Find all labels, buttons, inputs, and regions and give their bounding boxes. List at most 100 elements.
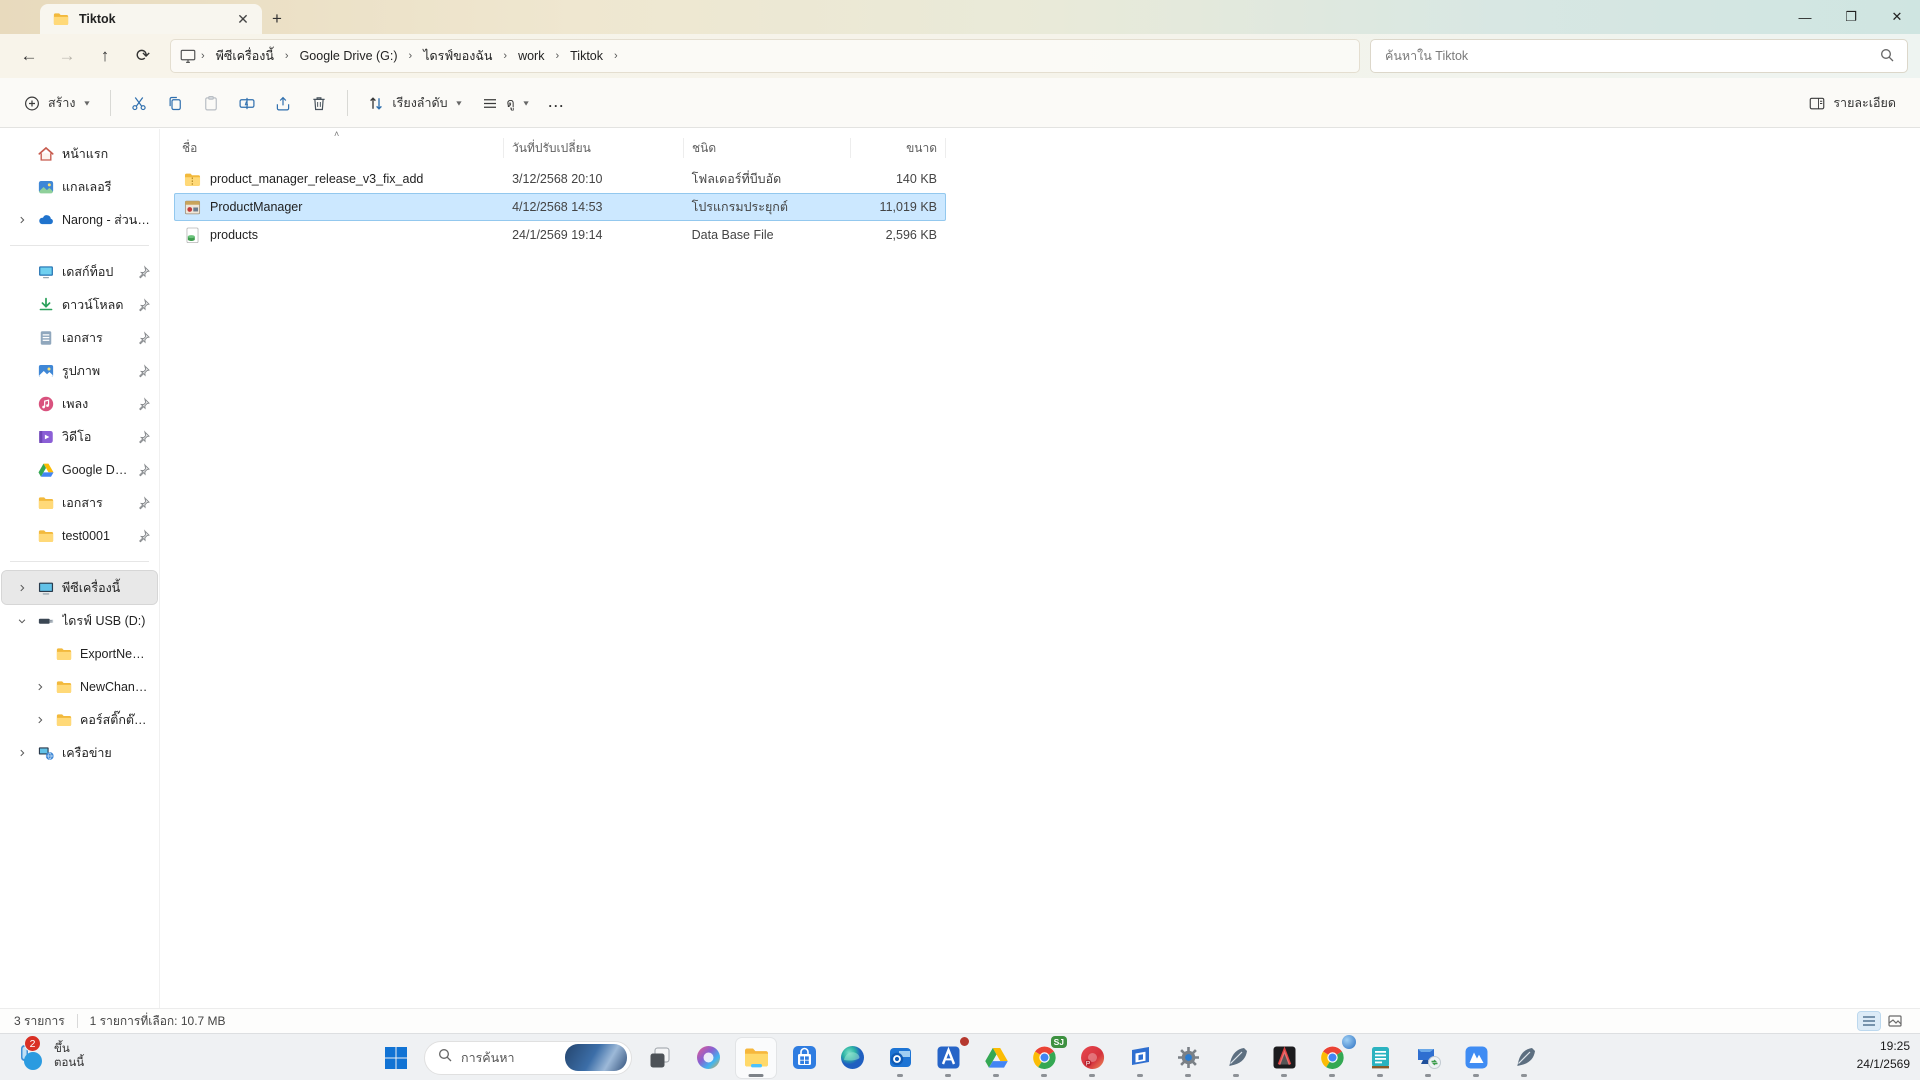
- running-indicator: [1281, 1074, 1287, 1077]
- breadcrumb-chevron-icon[interactable]: ›: [197, 50, 209, 62]
- breadcrumb-item[interactable]: ไดรฟ์ของฉัน: [416, 42, 499, 70]
- taskbar-file-explorer-icon[interactable]: [736, 1038, 776, 1078]
- taskbar-app-a-icon[interactable]: [928, 1038, 968, 1078]
- taskbar-chrome-icon[interactable]: SJ: [1024, 1038, 1064, 1078]
- taskbar-task-view-icon[interactable]: [640, 1038, 680, 1078]
- taskbar-outlook-icon[interactable]: [880, 1038, 920, 1078]
- sidebar-item-เอกสาร[interactable]: เอกสาร: [2, 321, 157, 354]
- breadcrumb-item[interactable]: Google Drive (G:): [293, 45, 405, 67]
- new-tab-button[interactable]: +: [262, 4, 292, 34]
- breadcrumb-chevron-icon[interactable]: ›: [499, 50, 511, 62]
- folder-icon: [37, 527, 55, 545]
- file-row-ProductManager[interactable]: ProductManager4/12/2568 14:53โปรแกรมประย…: [174, 193, 946, 221]
- details-pane-button[interactable]: รายละเอียด: [1798, 86, 1906, 120]
- details-view-toggle[interactable]: [1858, 1012, 1880, 1030]
- sidebar-item-test0001[interactable]: test0001: [2, 519, 157, 552]
- sidebar-item-ไดรฟ์-usb-d-[interactable]: ไดรฟ์ USB (D:): [2, 604, 157, 637]
- taskbar-blue-tiles-icon[interactable]: [1120, 1038, 1160, 1078]
- taskbar-start-icon[interactable]: [376, 1038, 416, 1078]
- sort-button[interactable]: เรียงลำดับ ▼: [358, 86, 472, 120]
- breadcrumb-chevron-icon[interactable]: ›: [551, 50, 563, 62]
- widgets-button[interactable]: 2 ขึ้น ตอนนี้: [6, 1036, 92, 1076]
- rename-button[interactable]: [229, 87, 265, 119]
- pin-icon: [137, 265, 151, 279]
- taskbar-quill-2-icon[interactable]: [1504, 1038, 1544, 1078]
- sidebar-item-คอร์สติ๊กต๊อก2026[interactable]: คอร์สติ๊กต๊อก2026: [2, 703, 157, 736]
- chevron-right-icon[interactable]: [14, 748, 30, 758]
- taskbar-search[interactable]: การค้นหา: [424, 1041, 632, 1075]
- share-button[interactable]: [265, 87, 301, 119]
- tab-close-icon[interactable]: ✕: [232, 8, 254, 30]
- taskbar-dark-a-icon[interactable]: [1264, 1038, 1304, 1078]
- taskbar-store-icon[interactable]: [784, 1038, 824, 1078]
- taskbar-remote-desktop-icon[interactable]: [1408, 1038, 1448, 1078]
- restore-button[interactable]: ❐: [1828, 0, 1874, 34]
- breadcrumb-item[interactable]: พีซีเครื่องนี้: [209, 42, 281, 70]
- taskbar-google-drive-icon[interactable]: [976, 1038, 1016, 1078]
- breadcrumb-item[interactable]: Tiktok: [563, 45, 610, 67]
- taskbar-notes-icon[interactable]: [1360, 1038, 1400, 1078]
- file-row-products[interactable]: products24/1/2569 19:14Data Base File2,5…: [174, 221, 946, 249]
- sidebar-item-เครือข่าย[interactable]: เครือข่าย: [2, 736, 157, 769]
- sidebar-item-หน้าแรก[interactable]: หน้าแรก: [2, 137, 157, 170]
- sort-label: เรียงลำดับ: [392, 93, 447, 113]
- sidebar-item-รูปภาพ[interactable]: รูปภาพ: [2, 354, 157, 387]
- chevron-right-icon[interactable]: [32, 715, 48, 725]
- minimize-button[interactable]: —: [1782, 0, 1828, 34]
- sidebar-item-exportnewchanel[interactable]: ExportNewChanel: [2, 637, 157, 670]
- sidebar-item-label: ดาวน์โหลด: [62, 295, 130, 315]
- copy-button[interactable]: [157, 87, 193, 119]
- taskbar-chrome-globe-icon[interactable]: [1312, 1038, 1352, 1078]
- sidebar-item-พีซีเครื่องนี้[interactable]: พีซีเครื่องนี้: [2, 571, 157, 604]
- sidebar-item-แกลเลอรี[interactable]: แกลเลอรี: [2, 170, 157, 203]
- file-row-product_manager_release_v3_fix_add[interactable]: product_manager_release_v3_fix_add3/12/2…: [174, 165, 946, 193]
- address-bar[interactable]: ›พีซีเครื่องนี้›Google Drive (G:)›ไดรฟ์ข…: [170, 39, 1360, 73]
- chevron-right-icon[interactable]: [14, 215, 30, 225]
- more-options-button[interactable]: ...: [540, 89, 574, 117]
- new-button[interactable]: สร้าง ▼: [14, 86, 100, 120]
- zip-file-icon: [183, 170, 202, 189]
- chevron-right-icon[interactable]: [32, 682, 48, 692]
- chevron-down-icon[interactable]: [14, 616, 30, 626]
- network-icon: [37, 744, 55, 762]
- column-header-2[interactable]: ชนิด: [684, 138, 851, 158]
- sidebar-item-newchannel[interactable]: NewChannel: [2, 670, 157, 703]
- taskbar-power-swirl-icon[interactable]: P: [1072, 1038, 1112, 1078]
- sidebar-item-เอกสาร[interactable]: เอกสาร: [2, 486, 157, 519]
- taskbar-edge-icon[interactable]: [832, 1038, 872, 1078]
- breadcrumb-chevron-icon[interactable]: ›: [405, 50, 417, 62]
- search-box[interactable]: ค้นหาใน Tiktok: [1370, 39, 1908, 73]
- sidebar-item-google-drive-g-[interactable]: Google Drive (G:): [2, 453, 157, 486]
- paste-button[interactable]: [193, 87, 229, 119]
- sidebar-item-ดาวน์โหลด[interactable]: ดาวน์โหลด: [2, 288, 157, 321]
- column-header-0[interactable]: ชื่อ˄: [174, 138, 504, 158]
- taskbar-copilot-icon[interactable]: [688, 1038, 728, 1078]
- chevron-right-icon[interactable]: [14, 583, 30, 593]
- home-icon: [37, 145, 55, 163]
- search-highlight-image[interactable]: [565, 1044, 627, 1071]
- sidebar-item-วิดีโอ[interactable]: วิดีโอ: [2, 420, 157, 453]
- breadcrumb-item[interactable]: work: [511, 45, 551, 67]
- view-button[interactable]: ดู ▼: [472, 86, 539, 120]
- column-header-1[interactable]: วันที่ปรับเปลี่ยน: [504, 138, 684, 158]
- breadcrumb-chevron-icon[interactable]: ›: [610, 50, 622, 62]
- sidebar-item-narong-ส่วนบุคคล[interactable]: Narong - ส่วนบุคคล: [2, 203, 157, 236]
- breadcrumb-chevron-icon[interactable]: ›: [281, 50, 293, 62]
- sidebar-item-เพลง[interactable]: เพลง: [2, 387, 157, 420]
- refresh-button[interactable]: ⟳: [124, 39, 162, 73]
- file-name: ProductManager: [210, 200, 302, 214]
- delete-button[interactable]: [301, 87, 337, 119]
- back-button[interactable]: ←: [10, 39, 48, 73]
- taskbar-clock[interactable]: 19:25 24/1/2569: [1857, 1037, 1910, 1073]
- close-button[interactable]: ✕: [1874, 0, 1920, 34]
- sidebar-item-เดสก์ท็อป[interactable]: เดสก์ท็อป: [2, 255, 157, 288]
- forward-button[interactable]: →: [48, 39, 86, 73]
- cut-button[interactable]: [121, 87, 157, 119]
- up-button[interactable]: ↑: [86, 39, 124, 73]
- taskbar-blue-m-icon[interactable]: [1456, 1038, 1496, 1078]
- thumbnail-view-toggle[interactable]: [1884, 1012, 1906, 1030]
- taskbar-settings-icon[interactable]: [1168, 1038, 1208, 1078]
- taskbar-quill-icon[interactable]: [1216, 1038, 1256, 1078]
- explorer-tab[interactable]: Tiktok ✕: [40, 4, 262, 34]
- column-header-3[interactable]: ขนาด: [851, 138, 946, 158]
